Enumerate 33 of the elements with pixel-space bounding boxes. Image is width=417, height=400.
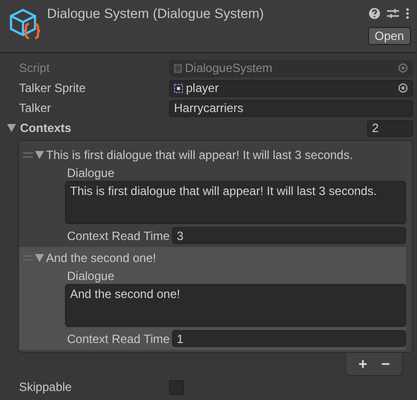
open-button[interactable]: Open bbox=[368, 27, 411, 45]
foldout-arrow-icon[interactable] bbox=[7, 124, 16, 132]
list-element[interactable]: And the second one! Dialogue And the second one! Context Read Time 1 bbox=[19, 247, 406, 350]
component-title: Dialogue System (Dialogue System) bbox=[47, 6, 265, 23]
help-icon[interactable] bbox=[369, 8, 380, 19]
more-icon[interactable] bbox=[406, 8, 409, 19]
field-label: Script bbox=[18, 61, 51, 75]
sprite-icon bbox=[174, 84, 183, 92]
foldout-arrow-icon[interactable] bbox=[35, 254, 44, 262]
script-file-icon bbox=[174, 64, 182, 72]
dialogue-text-area[interactable]: And the second one! bbox=[65, 284, 406, 327]
number-field[interactable]: 1 bbox=[172, 330, 406, 347]
list-size-field[interactable]: 2 bbox=[367, 120, 413, 136]
dialogue-text-area[interactable]: This is first dialogue that will appear! It will last 3 seconds. bbox=[65, 181, 406, 224]
field-label: Context Read Time bbox=[67, 332, 170, 346]
field-label: Dialogue bbox=[67, 269, 116, 284]
field-label: Skippable bbox=[18, 380, 73, 394]
add-button[interactable]: + bbox=[354, 356, 372, 372]
foldout-arrow-icon[interactable] bbox=[35, 151, 44, 159]
sliders-icon[interactable] bbox=[387, 8, 399, 19]
object-field[interactable]: player bbox=[169, 80, 413, 96]
list-label: Contexts bbox=[20, 121, 72, 135]
field-label: Context Read Time bbox=[67, 228, 170, 242]
field-label: Dialogue bbox=[67, 166, 116, 181]
element-title: This is first dialogue that will appear! It will last 3 seconds. bbox=[46, 148, 353, 162]
drag-handle-icon[interactable] bbox=[23, 152, 33, 158]
number-field[interactable]: 3 bbox=[172, 227, 406, 244]
field-label: Talker bbox=[18, 101, 52, 115]
text-field[interactable]: Harrycarriers bbox=[169, 100, 413, 116]
remove-button[interactable]: − bbox=[377, 356, 394, 372]
element-title: And the second one! bbox=[46, 251, 156, 265]
drag-handle-icon[interactable] bbox=[23, 255, 33, 261]
field-label: Talker Sprite bbox=[18, 81, 87, 95]
